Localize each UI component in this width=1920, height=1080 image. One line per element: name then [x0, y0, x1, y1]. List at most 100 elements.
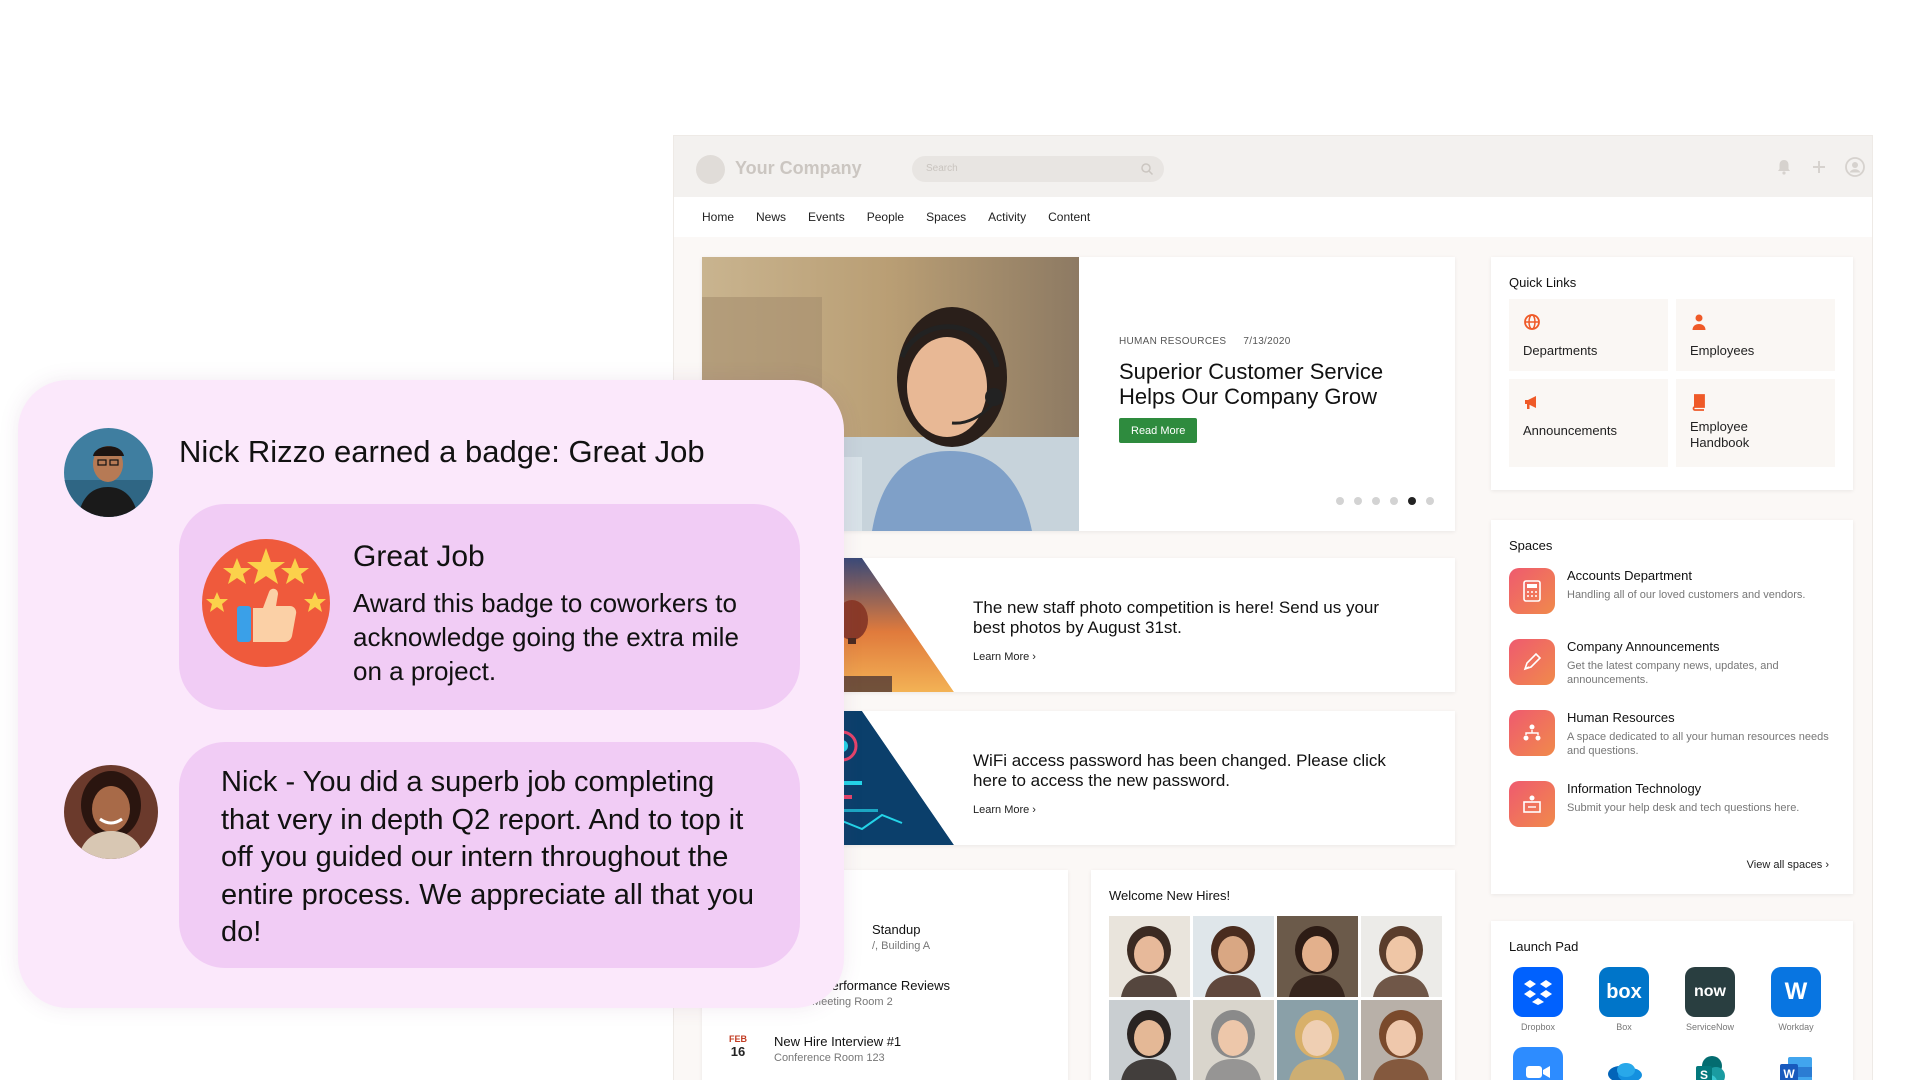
app-dropbox[interactable]: Dropbox	[1498, 967, 1578, 1032]
onedrive-icon[interactable]	[1599, 1047, 1649, 1080]
new-hire-photo[interactable]	[1277, 1000, 1358, 1080]
app-servicenow[interactable]: now ServiceNow	[1670, 967, 1750, 1032]
learn-more-link[interactable]: Learn More ›	[973, 804, 1036, 816]
intranet-window: Your Company Search Home News Events Peo…	[674, 136, 1872, 1080]
new-hires-grid	[1109, 916, 1442, 1080]
search-input[interactable]: Search	[912, 156, 1164, 182]
app-workday[interactable]: W Workday	[1756, 967, 1836, 1032]
learn-more-link[interactable]: Learn More ›	[973, 651, 1036, 663]
company-logo[interactable]	[696, 155, 725, 184]
new-hire-photo[interactable]	[1361, 916, 1442, 997]
search-icon[interactable]	[1140, 162, 1154, 176]
box-icon: box	[1599, 967, 1649, 1017]
new-hire-photo[interactable]	[1277, 916, 1358, 997]
help-desk-icon	[1509, 781, 1555, 827]
app-label: Dropbox	[1520, 1022, 1556, 1032]
manager-avatar[interactable]	[64, 765, 158, 859]
app-box[interactable]: box Box	[1584, 967, 1664, 1032]
event-place: Meeting Room 2	[812, 996, 893, 1008]
space-desc: Handling all of our loved customers and …	[1567, 589, 1806, 601]
carousel-dots	[1336, 497, 1434, 505]
new-hire-photo[interactable]	[1109, 1000, 1190, 1080]
zoom-icon[interactable]	[1513, 1047, 1563, 1080]
carousel-dot[interactable]	[1390, 497, 1398, 505]
badge-card: Great Job Award this badge to coworkers …	[179, 504, 800, 710]
quick-link-label: Employee Handbook	[1690, 419, 1750, 450]
quick-link-handbook[interactable]: Employee Handbook	[1676, 379, 1835, 467]
app-label: Workday	[1778, 1022, 1814, 1032]
launch-pad-card: Launch Pad Dropbox box Box now ServiceNo…	[1491, 921, 1853, 1080]
new-hire-photo[interactable]	[1361, 1000, 1442, 1080]
news-text[interactable]: WiFi access password has been changed. P…	[973, 751, 1413, 791]
app-label: Box	[1616, 1022, 1632, 1032]
new-hire-photo[interactable]	[1193, 916, 1274, 997]
carousel-dot[interactable]	[1354, 497, 1362, 505]
top-bar: Your Company Search	[674, 136, 1872, 197]
svg-text:S: S	[1700, 1068, 1708, 1080]
workday-icon: W	[1771, 967, 1821, 1017]
space-desc: Submit your help desk and tech questions…	[1567, 802, 1800, 814]
event-date: FEB 16	[720, 1034, 756, 1059]
nick-avatar[interactable]	[64, 428, 153, 517]
welcome-title: Welcome New Hires!	[1109, 888, 1231, 903]
quick-link-label: Employees	[1690, 343, 1755, 358]
hero-date: 7/13/2020	[1243, 336, 1291, 347]
read-more-button[interactable]: Read More	[1119, 418, 1198, 443]
quick-link-announcements[interactable]: Announcements	[1509, 379, 1668, 467]
main-nav: Home News Events People Spaces Activity …	[674, 197, 1872, 237]
carousel-dot[interactable]	[1372, 497, 1380, 505]
quick-link-label: Departments	[1523, 343, 1598, 358]
nav-home[interactable]: Home	[702, 210, 734, 224]
app-label: ServiceNow	[1685, 1022, 1734, 1032]
event-month: FEB	[729, 1034, 747, 1044]
servicenow-icon: now	[1685, 967, 1735, 1017]
nav-content[interactable]: Content	[1048, 210, 1090, 224]
event-place: /, Building A	[872, 940, 931, 952]
new-hire-photo[interactable]	[1193, 1000, 1274, 1080]
plus-icon[interactable]	[1810, 158, 1828, 176]
quick-link-employees[interactable]: Employees	[1676, 299, 1835, 371]
company-name: Your Company	[735, 158, 862, 178]
carousel-dot[interactable]	[1336, 497, 1344, 505]
quick-link-departments[interactable]: Departments	[1509, 299, 1668, 371]
event-item[interactable]: Standup /, Building A	[872, 922, 930, 952]
space-desc: A space dedicated to all your human reso…	[1567, 731, 1829, 757]
spaces-title: Spaces	[1509, 538, 1553, 553]
hero-meta: HUMAN RESOURCES 7/13/2020	[1119, 336, 1305, 347]
view-all-spaces-link[interactable]: View all spaces ›	[1747, 859, 1829, 871]
badge-headline: Nick Rizzo earned a badge: Great Job	[179, 434, 705, 469]
nav-news[interactable]: News	[756, 210, 786, 224]
calculator-icon	[1509, 568, 1555, 614]
word-icon[interactable]: W	[1771, 1047, 1821, 1080]
event-title: New Hire Interview #1	[774, 1034, 902, 1049]
badge-description: Award this badge to coworkers to acknowl…	[353, 588, 739, 686]
nav-events[interactable]: Events	[808, 210, 845, 224]
bell-icon[interactable]	[1775, 158, 1793, 176]
news-text[interactable]: The new staff photo competition is here!…	[973, 598, 1413, 638]
new-hire-photo[interactable]	[1109, 916, 1190, 997]
user-avatar-icon[interactable]	[1845, 157, 1865, 177]
carousel-dot[interactable]	[1426, 497, 1434, 505]
quick-link-label: Announcements	[1523, 423, 1617, 438]
message-text: Nick - You did a superb job completing t…	[221, 766, 755, 948]
quick-links-title: Quick Links	[1509, 275, 1577, 290]
event-title: Standup	[872, 922, 921, 937]
sharepoint-icon[interactable]: S	[1685, 1047, 1735, 1080]
quick-links-card: Quick Links Departments Employees Announ…	[1491, 257, 1853, 490]
badge-chat-panel: Nick Rizzo earned a badge: Great Job Gre…	[18, 380, 844, 1008]
nav-people[interactable]: People	[867, 210, 904, 224]
org-chart-icon	[1509, 710, 1555, 756]
hero-title[interactable]: Superior Customer Service Helps Our Comp…	[1119, 359, 1419, 409]
megaphone-icon	[1525, 396, 1536, 409]
appreciation-message: Nick - You did a superb job completing t…	[179, 742, 800, 968]
carousel-dot[interactable]	[1408, 497, 1416, 505]
nav-activity[interactable]: Activity	[988, 210, 1026, 224]
event-item[interactable]: New Hire Interview #1 Conference Room 12…	[774, 1034, 901, 1064]
event-place: Conference Room 123	[774, 1052, 885, 1064]
spaces-card: Spaces Accounts Department Handling all …	[1491, 520, 1853, 894]
nav-spaces[interactable]: Spaces	[926, 210, 966, 224]
hero-category: HUMAN RESOURCES	[1119, 336, 1227, 347]
thumbs-up-badge-icon	[202, 539, 330, 667]
space-title: Human Resources	[1567, 710, 1675, 725]
badge-title: Great Job	[353, 540, 485, 573]
